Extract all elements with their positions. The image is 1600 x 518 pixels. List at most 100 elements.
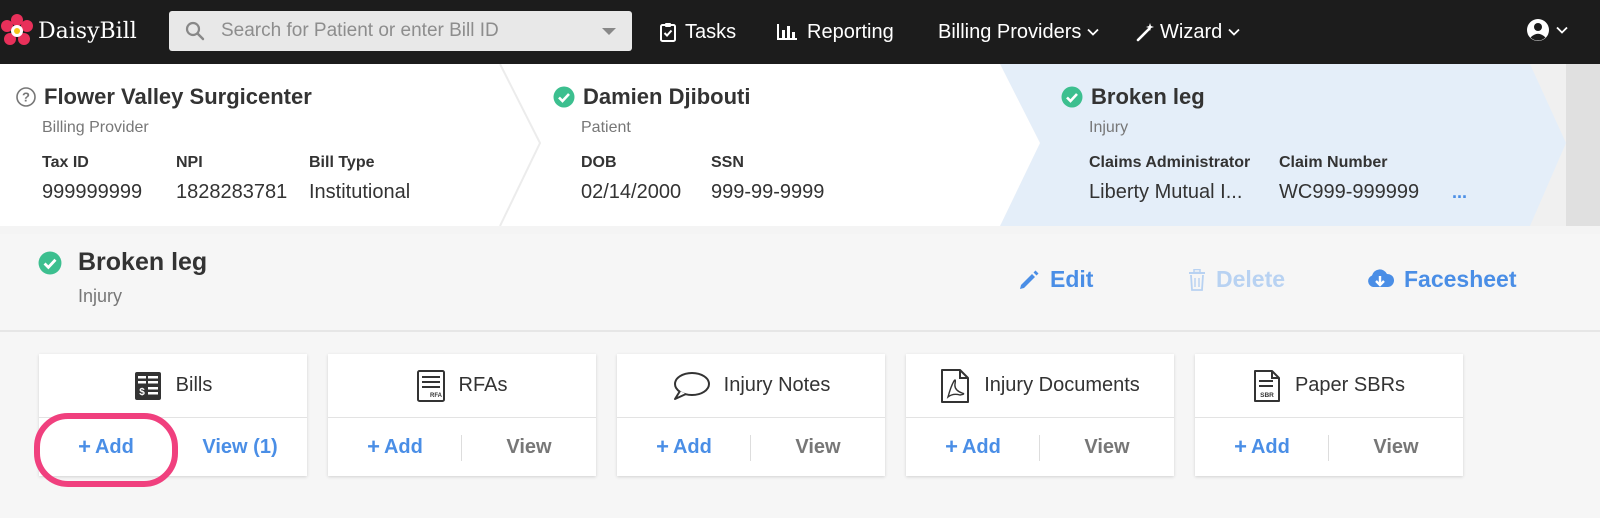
- ssn-value: 999-99-9999: [711, 181, 825, 203]
- add-injury-note-button[interactable]: + Add: [617, 418, 751, 476]
- patient-name: Damien Djibouti: [583, 84, 751, 109]
- search-box[interactable]: [169, 11, 632, 51]
- add-bill-button[interactable]: + Add: [39, 418, 173, 476]
- user-circle-icon: [1527, 19, 1549, 41]
- svg-text:SBR: SBR: [1260, 392, 1274, 399]
- top-navbar: DaisyBill Tasks Reporting Billing Provid…: [0, 0, 1600, 64]
- magic-wand-icon: [1136, 23, 1154, 42]
- facesheet-button-label: Facesheet: [1404, 266, 1517, 292]
- chevron-down-icon: [1087, 28, 1100, 36]
- dob-label: DOB: [581, 154, 617, 171]
- search-input[interactable]: [221, 11, 581, 51]
- speech-bubble-icon: [673, 371, 710, 400]
- plus-icon: +: [367, 434, 380, 459]
- injury-panel-title: Broken leg: [78, 248, 208, 276]
- facesheet-button[interactable]: Facesheet: [1366, 266, 1517, 293]
- pdf-file-icon: [941, 368, 970, 403]
- search-dropdown-caret-icon[interactable]: [602, 28, 616, 35]
- add-injury-note-label: Add: [672, 435, 712, 458]
- rfa-document-icon: RFA: [416, 369, 445, 402]
- claims-admin-value: Liberty Mutual I...: [1089, 181, 1243, 203]
- injury-documents-card-title: Injury Documents: [984, 374, 1140, 396]
- logo-text: DaisyBill: [38, 18, 137, 44]
- claims-admin-label: Claims Administrator: [1089, 154, 1251, 171]
- bar-chart-icon: [777, 24, 797, 40]
- injury-notes-card-title: Injury Notes: [723, 374, 831, 396]
- nav-billing-providers-label: Billing Providers: [938, 20, 1082, 43]
- add-paper-sbr-button[interactable]: + Add: [1195, 418, 1329, 476]
- more-details-link[interactable]: ...: [1452, 182, 1467, 203]
- claim-number-label: Claim Number: [1279, 154, 1388, 171]
- nav-reporting[interactable]: Reporting: [776, 18, 894, 46]
- nav-wizard-label: Wizard: [1160, 20, 1223, 43]
- context-bar: ? Flower Valley Surgicenter Billing Prov…: [0, 64, 1600, 226]
- nav-tasks-label: Tasks: [685, 20, 737, 43]
- add-injury-document-label: Add: [961, 435, 1001, 458]
- tax-id-label: Tax ID: [42, 154, 89, 171]
- dob-value: 02/14/2000: [581, 181, 682, 203]
- view-injury-notes-button[interactable]: View: [751, 418, 885, 476]
- view-rfas-button[interactable]: View: [462, 418, 596, 476]
- npi-value: 1828283781: [176, 181, 288, 203]
- check-circle-icon: [553, 86, 575, 108]
- npi-label: NPI: [176, 154, 203, 171]
- nav-tasks[interactable]: Tasks: [660, 18, 736, 46]
- paper-sbrs-card: SBR Paper SBRs + Add View: [1195, 354, 1463, 476]
- daisy-flower-icon: [1, 14, 33, 45]
- injury-documents-card: Injury Documents + Add View: [906, 354, 1174, 476]
- view-injury-documents-button[interactable]: View: [1040, 418, 1174, 476]
- question-circle-icon: ?: [16, 87, 36, 107]
- nav-reporting-label: Reporting: [807, 20, 894, 43]
- add-bill-label: Add: [94, 435, 134, 458]
- svg-text:RFA: RFA: [430, 393, 443, 399]
- view-bills-button[interactable]: View (1): [173, 418, 307, 476]
- view-paper-sbrs-button[interactable]: View: [1329, 418, 1463, 476]
- sbr-document-icon: SBR: [1253, 369, 1280, 402]
- provider-name: Flower Valley Surgicenter: [44, 84, 312, 109]
- trash-icon: [1189, 268, 1205, 291]
- check-circle-icon: [1061, 86, 1083, 108]
- injury-notes-card: Injury Notes + Add View: [617, 354, 885, 476]
- nav-billing-providers[interactable]: Billing Providers: [938, 18, 1108, 46]
- clipboard-check-icon: [660, 23, 676, 42]
- bill-type-value: Institutional: [309, 181, 411, 203]
- nav-wizard[interactable]: Wizard: [1136, 18, 1249, 46]
- provider-subtitle: Billing Provider: [42, 119, 149, 136]
- plus-icon: +: [945, 434, 958, 459]
- add-rfa-button[interactable]: + Add: [328, 418, 462, 476]
- bills-card: $ Bills + Add View (1): [39, 354, 307, 476]
- rfas-card-title: RFAs: [458, 374, 508, 396]
- chevron-down-icon: [1556, 26, 1568, 34]
- svg-text:?: ?: [22, 90, 30, 105]
- delete-button[interactable]: Delete: [1188, 266, 1285, 293]
- rfas-card: RFA RFAs + Add View: [328, 354, 596, 476]
- tax-id-value: 999999999: [42, 181, 143, 203]
- ssn-label: SSN: [711, 154, 744, 171]
- injury-name: Broken leg: [1091, 84, 1205, 109]
- paper-sbrs-card-title: Paper SBRs: [1294, 374, 1406, 396]
- plus-icon: +: [656, 434, 669, 459]
- plus-icon: +: [78, 434, 91, 459]
- search-icon: [185, 21, 205, 41]
- chevron-down-icon: [1228, 28, 1240, 36]
- add-injury-document-button[interactable]: + Add: [906, 418, 1040, 476]
- add-rfa-label: Add: [383, 435, 423, 458]
- bill-list-icon: $: [134, 371, 161, 400]
- user-menu[interactable]: [1526, 18, 1568, 42]
- injury-panel-header: Broken leg Injury Edit Delete Facesheet: [0, 234, 1600, 332]
- svg-text:$: $: [139, 387, 145, 398]
- cloud-download-icon: [1368, 268, 1394, 287]
- plus-icon: +: [1234, 434, 1247, 459]
- pencil-icon: [1020, 270, 1039, 289]
- edit-button-label: Edit: [1050, 266, 1094, 292]
- logo[interactable]: DaisyBill: [0, 12, 137, 50]
- delete-button-label: Delete: [1216, 266, 1286, 292]
- check-circle-icon: [38, 251, 62, 274]
- claim-number-value: WC999-999999: [1279, 181, 1420, 203]
- bills-card-title: Bills: [175, 374, 213, 396]
- bill-type-label: Bill Type: [309, 154, 375, 171]
- injury-panel-subtitle: Injury: [78, 286, 123, 306]
- patient-subtitle: Patient: [581, 119, 631, 136]
- injury-subtitle: Injury: [1089, 119, 1129, 136]
- edit-button[interactable]: Edit: [1018, 266, 1093, 293]
